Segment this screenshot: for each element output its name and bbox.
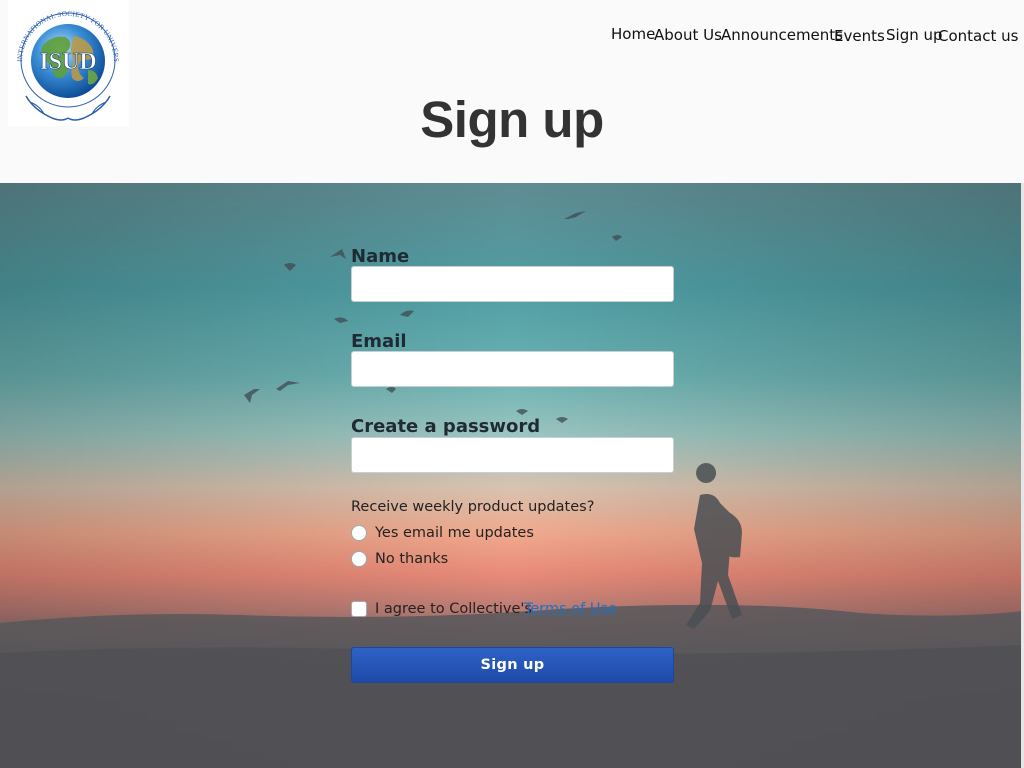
terms-prefix: I agree to Collective's (375, 601, 532, 617)
updates-option-no-label: No thanks (375, 551, 449, 567)
radio-yes[interactable] (351, 525, 367, 541)
email-input[interactable] (351, 351, 674, 387)
name-input[interactable] (351, 266, 674, 302)
password-input[interactable] (351, 437, 674, 473)
password-label: Create a password (351, 416, 541, 437)
sign-up-button[interactable]: Sign up (351, 647, 674, 683)
updates-option-yes[interactable]: Yes email me updates (351, 523, 534, 543)
nav-announcements[interactable]: Announcements (721, 26, 843, 44)
terms-of-use-link[interactable]: Terms of Use (524, 601, 617, 617)
page-title: Sign up (420, 91, 604, 148)
nav-events[interactable]: Events (834, 27, 885, 45)
terms-agreement: I agree to Collective's Terms of Use (351, 599, 617, 619)
site-header: INTERNATIONAL SOCIETY FOR UNIVERSAL DIAL… (0, 0, 1024, 183)
nav-sign-up[interactable]: Sign up (886, 26, 943, 44)
nav-about-us[interactable]: About Us (654, 26, 722, 44)
nav-contact-us[interactable]: Contact us (938, 27, 1018, 45)
updates-question: Receive weekly product updates? (351, 499, 595, 515)
email-label: Email (351, 331, 407, 352)
updates-option-yes-label: Yes email me updates (375, 525, 534, 541)
radio-no[interactable] (351, 551, 367, 567)
svg-text:ISUD: ISUD (39, 49, 96, 75)
name-label: Name (351, 246, 410, 267)
signup-hero: Name Email Create a password Receive wee… (0, 183, 1024, 768)
main-nav: Home About Us Announcements Events Sign … (0, 25, 1024, 46)
terms-checkbox[interactable] (351, 601, 367, 617)
updates-option-no[interactable]: No thanks (351, 549, 448, 569)
nav-home[interactable]: Home (611, 25, 655, 43)
